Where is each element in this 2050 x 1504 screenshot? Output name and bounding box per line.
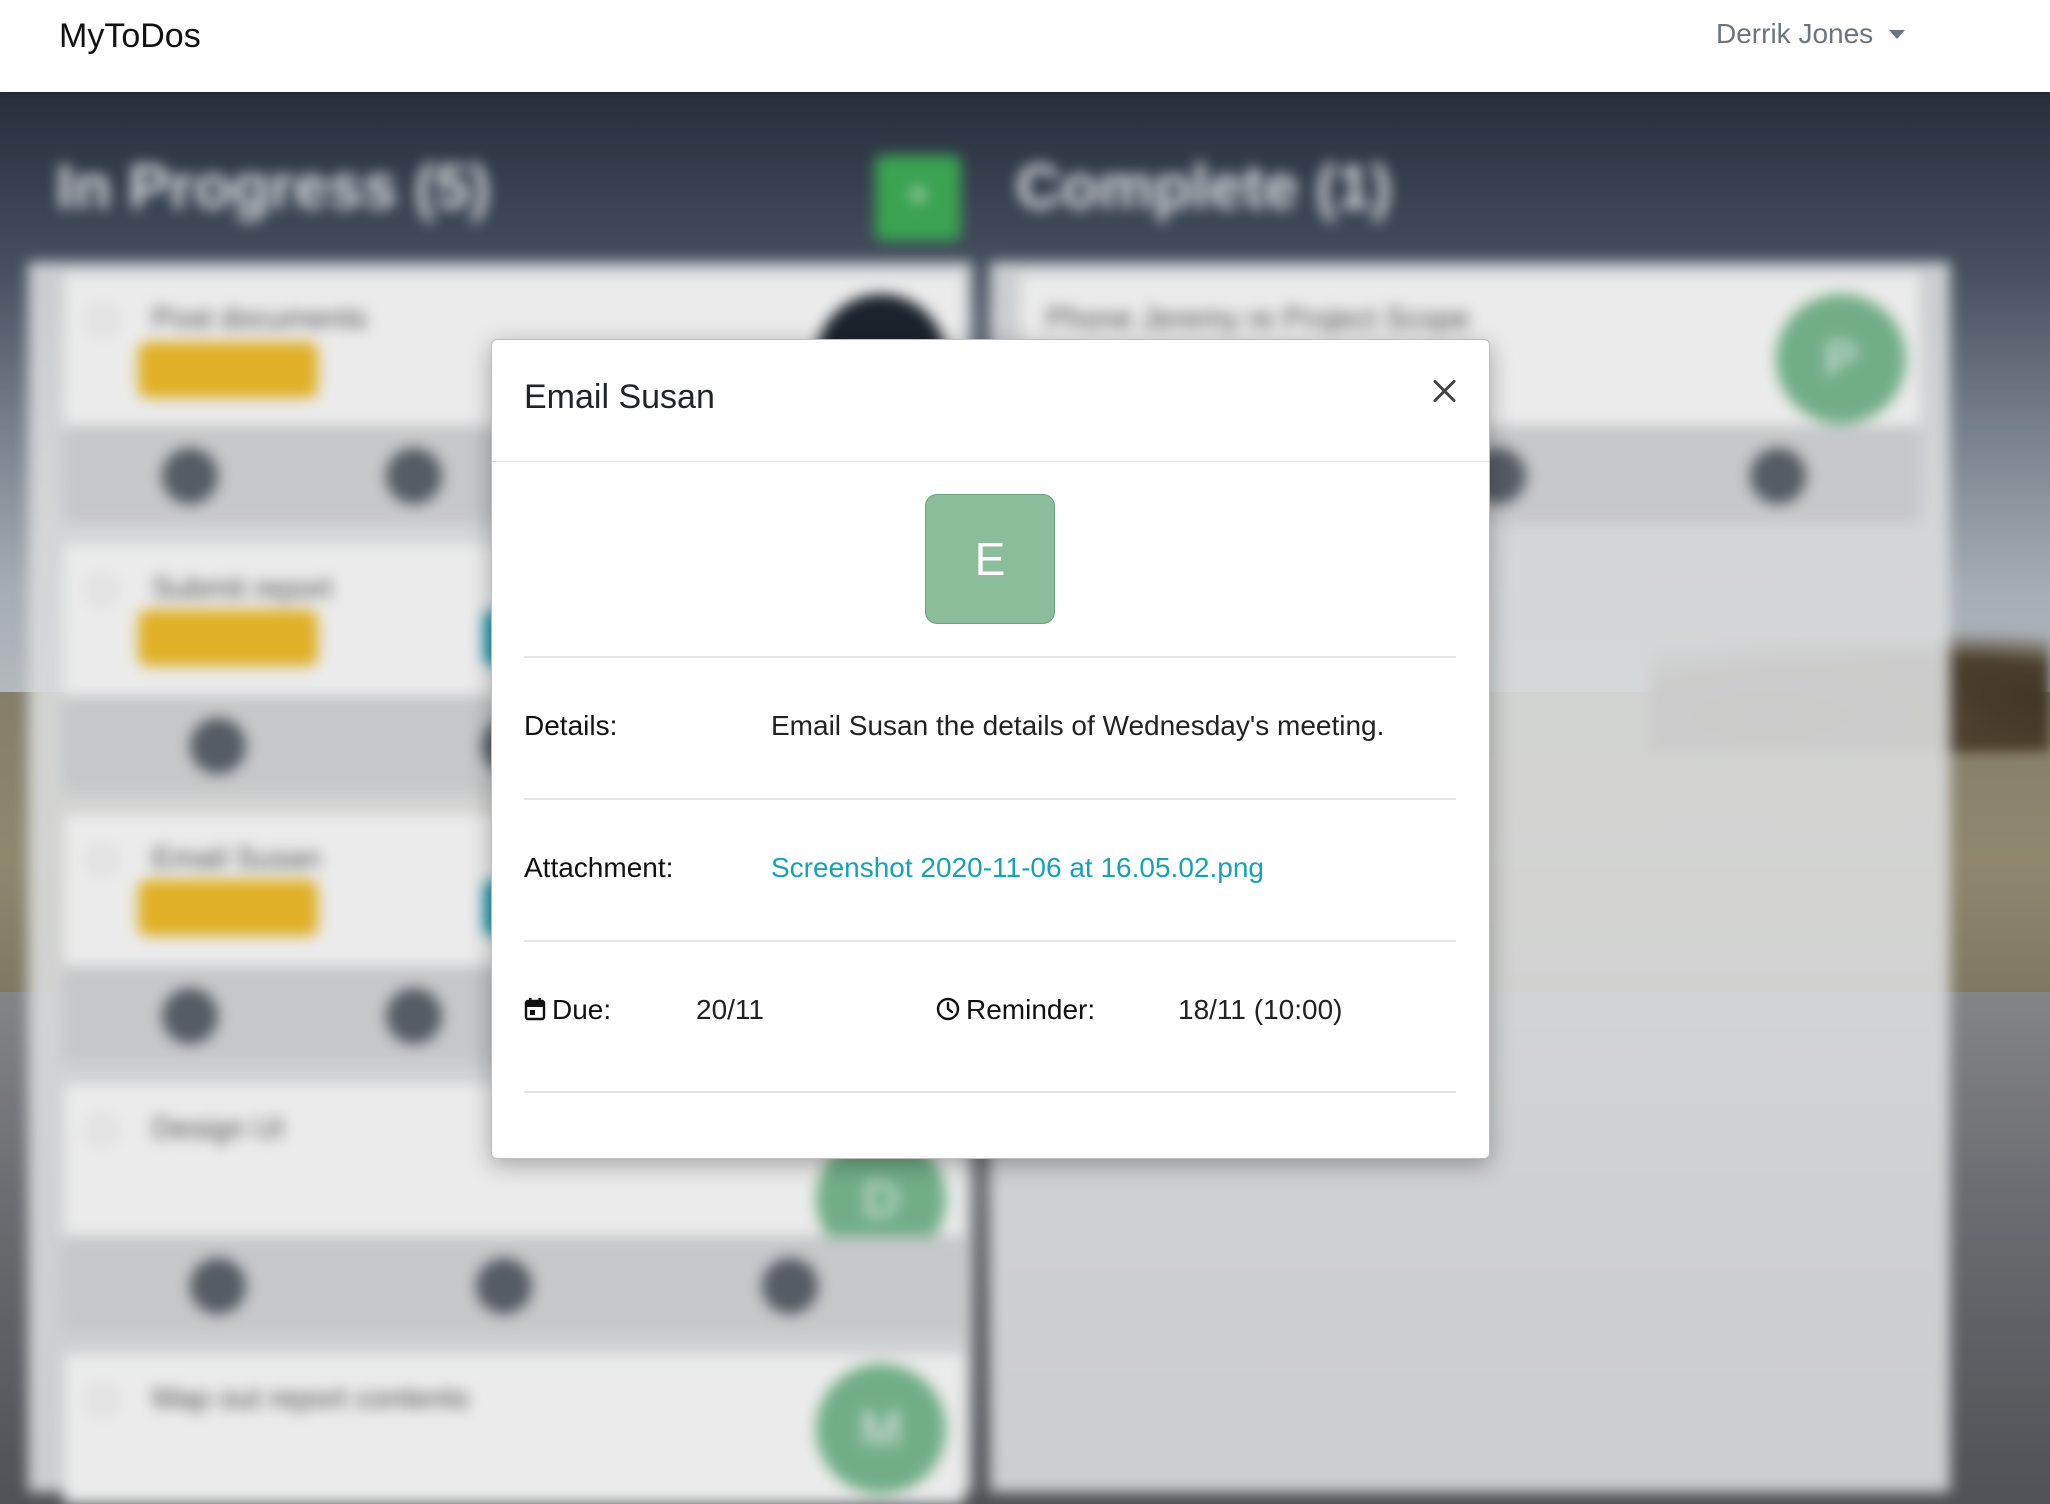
calendar-icon (524, 998, 546, 1021)
close-icon[interactable] (1428, 376, 1462, 410)
brand-logo[interactable]: MyToDos (59, 17, 201, 56)
task-detail-modal: Email Susan E Details: Email Susan the d… (491, 339, 1490, 1159)
navbar: MyToDos Derrik Jones (0, 0, 2050, 92)
attachment-link[interactable]: Screenshot 2020-11-06 at 16.05.02.png (771, 852, 1264, 884)
divider (524, 1091, 1456, 1093)
reminder-field: Reminder: (936, 994, 1095, 1026)
due-label: Due: (552, 994, 612, 1025)
user-name[interactable]: Derrik Jones (1716, 18, 1873, 50)
task-avatar: E (925, 494, 1055, 624)
details-value: Email Susan the details of Wednesday's m… (771, 710, 1385, 741)
divider (524, 798, 1456, 800)
divider (524, 656, 1456, 658)
reminder-label: Reminder: (966, 994, 1096, 1025)
due-field: Due: (524, 994, 611, 1026)
modal-header: Email Susan (492, 340, 1489, 462)
user-menu[interactable]: Derrik Jones (1716, 18, 1906, 50)
clock-icon (936, 997, 960, 1021)
chevron-down-icon[interactable] (1889, 29, 1906, 39)
details-label: Details: (524, 710, 618, 741)
reminder-value: 18/11 (10:00) (1178, 994, 1343, 1025)
modal-title: Email Susan (524, 378, 715, 416)
divider (524, 940, 1456, 942)
attachment-label: Attachment: (524, 852, 674, 883)
due-value: 20/11 (696, 994, 764, 1025)
